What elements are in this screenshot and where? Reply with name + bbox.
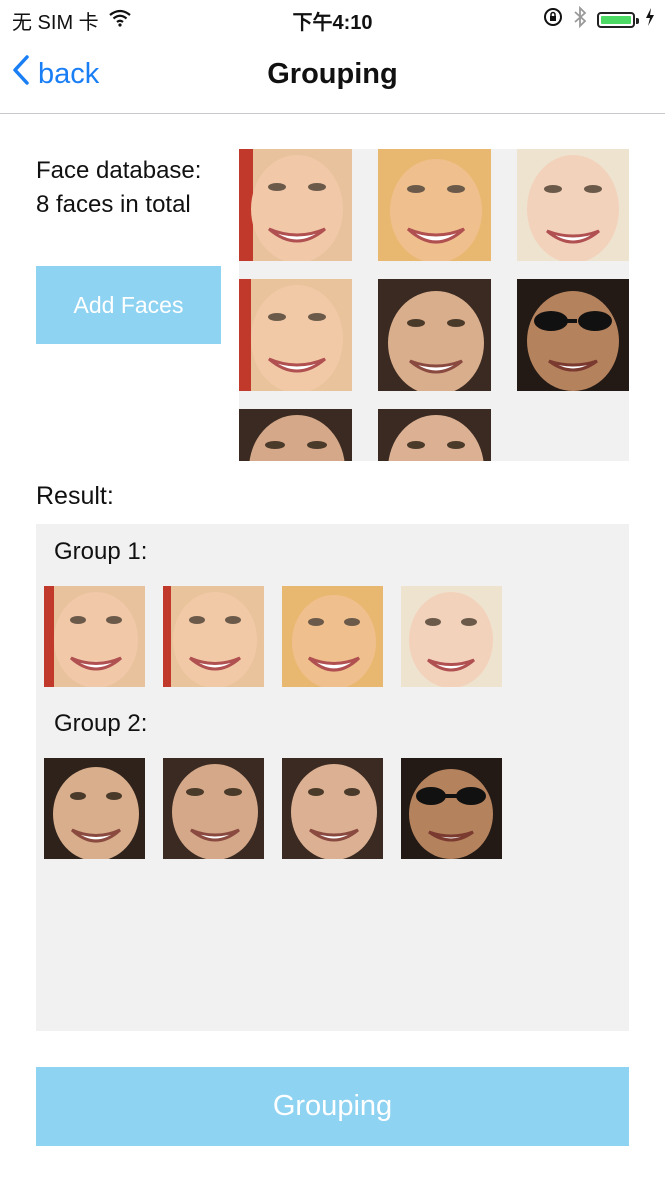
add-faces-button[interactable]: Add Faces xyxy=(36,266,221,344)
group-1-title: Group 1: xyxy=(54,538,148,565)
rotation-lock-icon xyxy=(543,7,563,33)
result-label: Result: xyxy=(36,482,114,510)
status-right xyxy=(543,5,655,34)
face-database-grid[interactable] xyxy=(239,149,629,461)
face-thumbnail xyxy=(401,758,502,859)
grouping-button[interactable]: Grouping xyxy=(36,1067,629,1146)
face-thumbnail xyxy=(517,149,629,261)
bluetooth-icon xyxy=(573,5,587,34)
face-database-label: Face database: 8 faces in total xyxy=(36,154,201,222)
battery-icon xyxy=(597,12,639,28)
result-panel: Group 1: Group 2: xyxy=(36,524,629,1031)
face-thumbnail xyxy=(282,586,383,687)
face-thumbnail xyxy=(163,758,264,859)
face-thumbnail xyxy=(163,586,264,687)
charging-bolt-icon xyxy=(645,8,655,32)
face-thumbnail xyxy=(239,149,352,261)
face-thumbnail xyxy=(378,149,491,261)
face-thumbnail xyxy=(44,758,145,859)
face-thumbnail xyxy=(378,409,491,461)
face-thumbnail xyxy=(517,279,629,391)
face-count-text: 8 faces in total xyxy=(36,191,191,218)
face-thumbnail xyxy=(401,586,502,687)
face-thumbnail xyxy=(282,758,383,859)
page-title: Grouping xyxy=(267,58,398,90)
face-thumbnail xyxy=(378,279,491,391)
face-thumbnail xyxy=(239,279,352,391)
face-thumbnail xyxy=(44,586,145,687)
face-database-title: Face database: xyxy=(36,157,202,184)
navigation-bar: back Grouping xyxy=(0,36,665,114)
group-2-title: Group 2: xyxy=(54,710,148,737)
face-thumbnail xyxy=(239,409,352,461)
status-bar: 无 SIM 卡 下午4:10 xyxy=(0,0,665,36)
